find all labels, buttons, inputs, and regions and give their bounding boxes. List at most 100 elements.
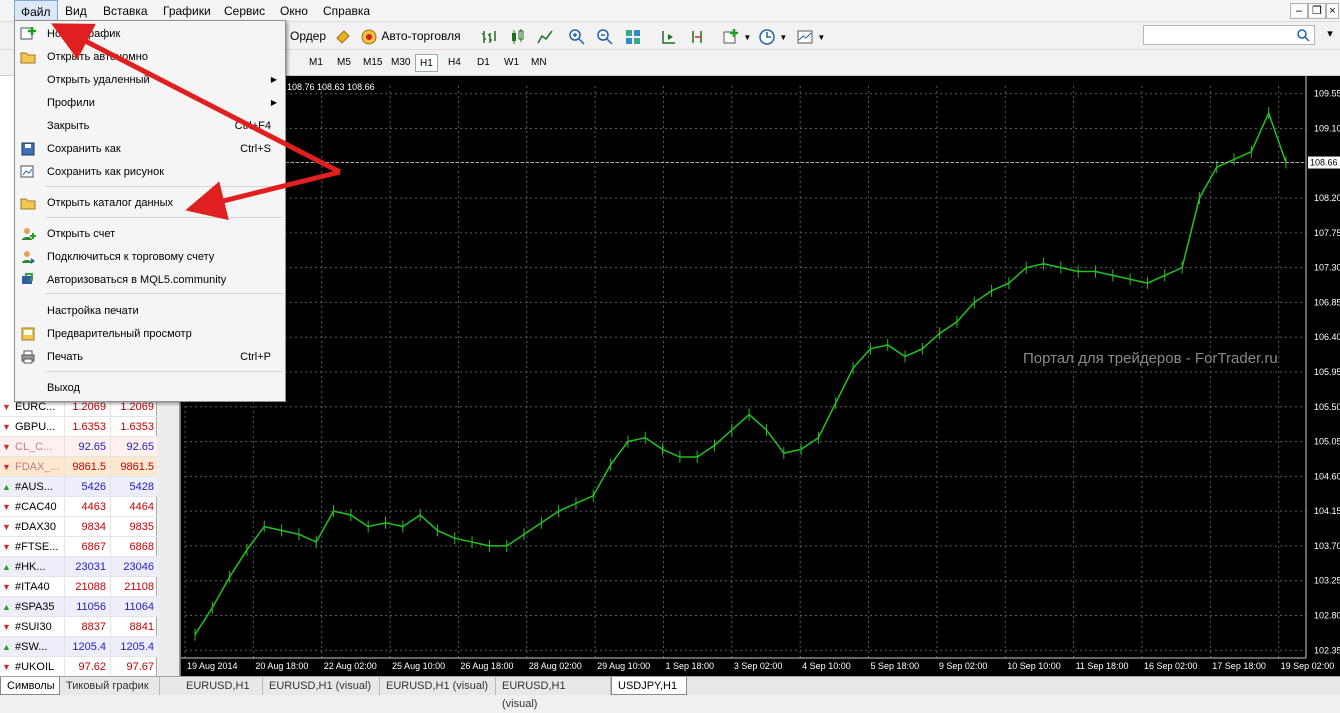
timeframe-m30[interactable]: M30 — [387, 54, 414, 72]
menu-item-15[interactable]: Выход — [15, 377, 285, 399]
x-tick-label: 16 Sep 02:00 — [1144, 661, 1198, 671]
ask-price: 23046 — [110, 557, 156, 577]
symbol-name: GBPU... — [15, 421, 56, 433]
menu-item-3[interactable]: Открыть удаленный ▶ — [15, 69, 285, 91]
timeframe-m15[interactable]: M15 — [359, 54, 386, 72]
market-watch-row[interactable]: ▼ #UKOIL 97.62 97.67 — [0, 657, 157, 677]
menu-item-13[interactable]: Предварительный просмотр — [15, 323, 285, 345]
market-watch-row[interactable]: ▼ CL_C... 92.65 92.65 — [0, 437, 157, 457]
market-watch-row[interactable]: ▼ #ITA40 21088 21108 — [0, 577, 157, 597]
menu-item-10[interactable]: Подключиться к торговому счету — [15, 246, 285, 268]
menu-insert[interactable]: Вставка — [97, 0, 154, 22]
ask-price: 9861.5 — [110, 457, 156, 477]
chevron-down-icon: ▼ — [779, 33, 788, 42]
menu-charts[interactable]: Графики — [157, 0, 217, 22]
chart-window[interactable]: 109.55 109.10 108.66 108.20 107.75 107.30 106.… — [180, 76, 1340, 676]
menu-item-4[interactable]: Профили ▶ — [15, 92, 285, 114]
search-input[interactable] — [1143, 25, 1315, 45]
search-dropdown-icon[interactable]: ▾ — [1322, 27, 1338, 43]
timeframe-d1[interactable]: D1 — [473, 54, 494, 72]
chart-shift-button[interactable] — [688, 25, 706, 47]
timeframe-h4[interactable]: H4 — [444, 54, 465, 72]
menu-item-12[interactable]: Настройка печати — [15, 300, 285, 322]
x-tick-label: 29 Aug 10:00 — [597, 661, 650, 671]
arrow-down-icon: ▼ — [2, 502, 11, 512]
tile-windows-button[interactable] — [624, 25, 642, 47]
mql5-icon — [22, 273, 33, 284]
save-icon — [21, 142, 35, 156]
menu-view[interactable]: Вид — [59, 0, 93, 22]
chart-tab-eurusd-visual[interactable]: EURUSD,H1 (visual) — [496, 677, 611, 710]
menu-item-8[interactable]: Открыть каталог данных — [15, 192, 285, 214]
market-watch-row[interactable]: ▼ FDAX_... 9861.5 9861.5 — [0, 457, 157, 477]
indicators-button[interactable]: ▼ — [722, 25, 751, 47]
market-watch-row[interactable]: ▼ #FTSE... 6867 6868 — [0, 537, 157, 557]
y-tick-label: 107.30 — [1314, 263, 1340, 273]
market-watch-row[interactable]: ▼ #CAC40 4463 4464 — [0, 497, 157, 517]
autoscroll-button[interactable] — [660, 25, 678, 47]
menu-item-9[interactable]: Открыть счет — [15, 223, 285, 245]
menu-item-11[interactable]: Авторизоваться в MQL5.community — [15, 269, 285, 291]
zoom-in-button[interactable] — [568, 25, 586, 47]
menu-file[interactable]: Файл — [14, 0, 58, 21]
metaeditor-button[interactable] — [334, 25, 352, 47]
menu-item-7[interactable]: Сохранить как рисунок — [15, 161, 285, 183]
periods-button[interactable]: ▼ — [758, 25, 787, 47]
x-tick-label: 11 Sep 18:00 — [1076, 661, 1129, 671]
y-tick-label: 104.15 — [1314, 506, 1340, 516]
arrow-down-icon: ▼ — [2, 622, 11, 632]
timeframe-m1[interactable]: M1 — [305, 54, 327, 72]
menu-item-2[interactable]: Открыть автономно — [15, 46, 285, 68]
symbol-name: #ITA40 — [15, 581, 50, 593]
templates-button[interactable]: ▼ — [796, 25, 825, 47]
minimize-button[interactable]: – — [1290, 3, 1308, 19]
market-watch-row[interactable]: ▲ #HK... 23031 23046 — [0, 557, 157, 577]
timeframe-w1[interactable]: W1 — [500, 54, 523, 72]
menu-window[interactable]: Окно — [274, 0, 314, 22]
autotrading-button[interactable]: Авто-торговля — [360, 25, 461, 47]
market-watch-row[interactable]: ▲ #SPA35 11056 11064 — [0, 597, 157, 617]
timeframe-mn[interactable]: MN — [527, 54, 551, 72]
x-tick-label: 5 Sep 18:00 — [871, 661, 920, 671]
x-tick-label: 19 Sep 02:00 — [1281, 661, 1335, 671]
line-chart-button[interactable] — [536, 25, 554, 47]
bid-price: 1205.4 — [64, 637, 108, 657]
bid-price: 92.65 — [64, 437, 108, 457]
zoom-out-button[interactable] — [596, 25, 614, 47]
menu-tools[interactable]: Сервис — [218, 0, 271, 22]
new-order-label: Ордер — [290, 29, 327, 43]
market-watch-row[interactable]: ▼ GBPU... 1.6353 1.6353 — [0, 417, 157, 437]
new-order-button[interactable]: Ордер — [290, 25, 326, 47]
menu-item-5[interactable]: Закрыть Ctrl+F4 — [15, 115, 285, 137]
submenu-arrow-icon: ▶ — [270, 75, 277, 84]
ask-price: 5428 — [110, 477, 156, 497]
tab-tick-chart[interactable]: Тиковый график — [60, 677, 160, 695]
menu-item-6[interactable]: Сохранить как Ctrl+S — [15, 138, 285, 160]
bid-price: 8837 — [64, 617, 108, 637]
chart-tab-eurusd-visual[interactable]: EURUSD,H1 (visual) — [263, 677, 380, 695]
menu-item-1[interactable]: Новый график — [15, 23, 285, 45]
close-button[interactable]: × — [1326, 3, 1339, 19]
price-chart[interactable]: 109.55 109.10 108.66 108.20 107.75 107.30 106.… — [181, 76, 1340, 676]
market-watch-row[interactable]: ▼ #SUI30 8837 8841 — [0, 617, 157, 637]
market-watch-row[interactable]: ▲ #AUS... 5426 5428 — [0, 477, 157, 497]
bid-price: 9861.5 — [64, 457, 108, 477]
chart-tab-eurusd-visual[interactable]: EURUSD,H1 (visual) — [380, 677, 496, 695]
timeframe-m5[interactable]: M5 — [333, 54, 355, 72]
chart-tab-usdjpy[interactable]: USDJPY,H1 — [611, 677, 687, 695]
autotrading-icon — [361, 29, 377, 45]
ask-price: 1205.4 — [110, 637, 156, 657]
tab-symbols[interactable]: Символы — [0, 677, 60, 695]
x-tick-label: 17 Sep 18:00 — [1212, 661, 1266, 671]
menu-item-14[interactable]: Печать Ctrl+P — [15, 346, 285, 368]
menu-help[interactable]: Справка — [317, 0, 376, 22]
market-watch-row[interactable]: ▲ #SW... 1205.4 1205.4 — [0, 637, 157, 657]
candlestick-button[interactable] — [508, 25, 526, 47]
timeframe-h1[interactable]: H1 — [415, 54, 438, 72]
chart-tab-eurusd[interactable]: EURUSD,H1 — [180, 677, 263, 695]
x-tick-label: 26 Aug 18:00 — [460, 661, 513, 671]
restore-button[interactable]: ❐ — [1308, 3, 1326, 19]
bar-chart-button[interactable] — [480, 25, 498, 47]
market-watch-row[interactable]: ▼ #DAX30 9834 9835 — [0, 517, 157, 537]
symbol-name: #AUS... — [15, 481, 53, 493]
